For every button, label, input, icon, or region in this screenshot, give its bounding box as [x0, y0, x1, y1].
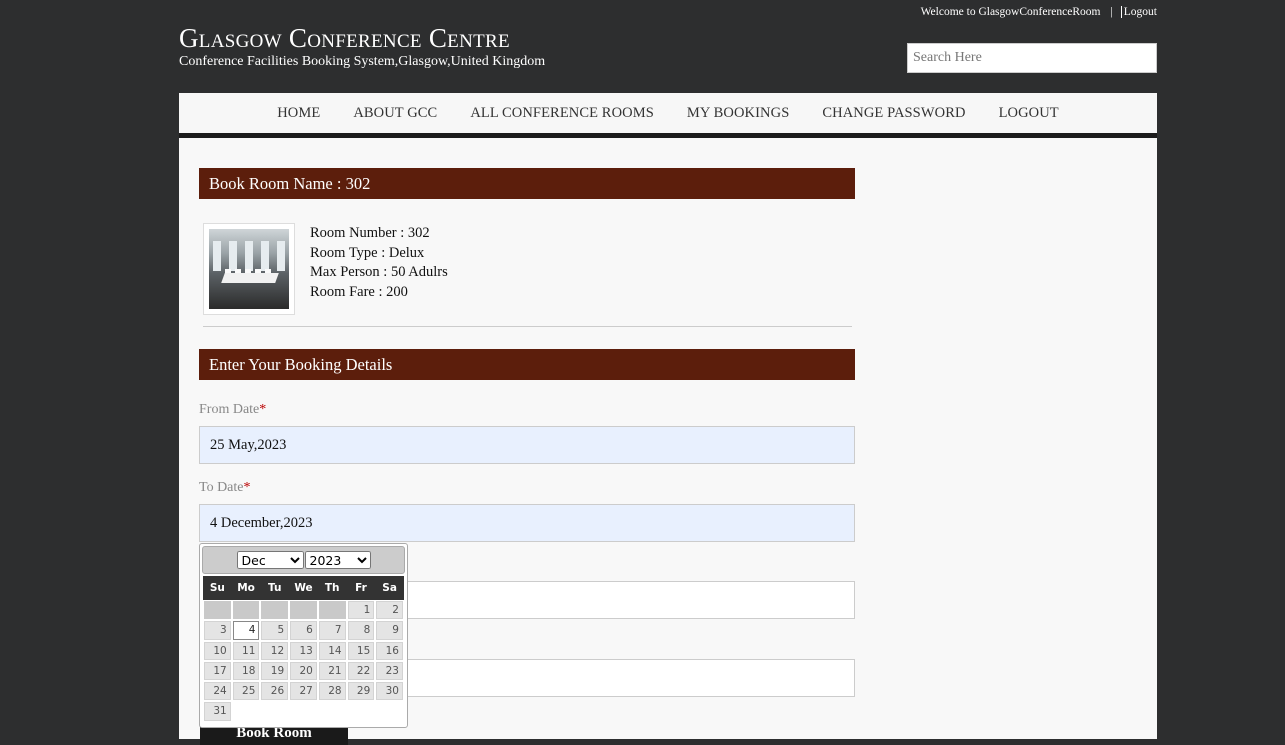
calendar-day[interactable]: 18: [232, 661, 260, 681]
room-number: Room Number : 302: [310, 225, 430, 241]
weekday-label: Th: [324, 582, 340, 594]
calendar-week: 12: [203, 600, 404, 620]
calendar-day[interactable]: 15: [347, 641, 375, 660]
calendar-empty-cell: [319, 702, 346, 720]
nav-home[interactable]: HOME: [277, 105, 320, 122]
room-image: [209, 229, 289, 309]
room-max-person: Max Person : 50 Adulrs: [310, 264, 448, 280]
room-fare: Room Fare : 200: [310, 283, 408, 300]
brand: Glasgow Conference Centre Conference Fac…: [179, 24, 545, 70]
room-header: Book Room Name : 302: [199, 168, 855, 199]
booking-header: Enter Your Booking Details: [199, 349, 855, 380]
calendar-day[interactable]: 23: [376, 661, 403, 681]
calendar-week: 3456789: [203, 620, 404, 640]
main-nav: HOME ABOUT GCC ALL CONFERENCE ROOMS MY B…: [179, 93, 1157, 138]
weekday-header: Su Mo Tu We Th Fr Sa: [203, 576, 404, 600]
calendar-day[interactable]: 3: [204, 621, 231, 640]
calendar-day[interactable]: 21: [318, 661, 346, 681]
calendar-day[interactable]: 2: [376, 601, 403, 620]
calendar-day[interactable]: 1: [347, 601, 375, 620]
calendar-day[interactable]: 9: [376, 621, 403, 640]
calendar-day[interactable]: 4: [232, 621, 260, 640]
to-date-label: To Date*: [199, 480, 251, 495]
calendar-week: 17 18 19 20 21 22 23: [203, 661, 404, 681]
calendar-day[interactable]: 27: [290, 682, 317, 701]
calendar-day[interactable]: 5: [261, 621, 289, 640]
calendar-empty-cell: [232, 601, 260, 620]
calendar-empty-cell: [204, 601, 231, 620]
divider: [203, 326, 852, 327]
search-input[interactable]: [907, 43, 1157, 73]
calendar-day[interactable]: 17: [204, 661, 231, 681]
datepicker-header: Dec 2023: [202, 546, 405, 574]
room-type: Room Type : Delux: [310, 244, 425, 261]
site-subtitle: Conference Facilities Booking System,Gla…: [179, 54, 546, 69]
calendar-week: 31: [203, 701, 404, 721]
nav-about[interactable]: ABOUT GCC: [353, 105, 437, 122]
weekday-label: Sa: [382, 582, 397, 594]
weekday-label: Tu: [268, 582, 282, 594]
welcome-text: Welcome to GlasgowConferenceRoom: [920, 6, 1101, 18]
top-bar: Welcome to GlasgowConferenceRoom | Logou…: [921, 6, 1157, 18]
weekday-label: Mo: [237, 582, 255, 594]
calendar-day[interactable]: 7: [318, 621, 346, 640]
nav-change-password[interactable]: CHANGE PASSWORD: [822, 105, 965, 122]
calendar-empty-cell: [261, 702, 288, 720]
from-date-input[interactable]: [199, 426, 855, 464]
calendar-day[interactable]: 19: [261, 661, 289, 681]
calendar-day[interactable]: 11: [232, 641, 260, 660]
calendar-day[interactable]: 26: [261, 682, 289, 701]
calendar-day[interactable]: 31: [204, 702, 231, 721]
month-select[interactable]: Dec: [236, 551, 304, 569]
calendar-week: 24 25 26 27 28 29 30: [203, 681, 404, 701]
nav-my-bookings[interactable]: MY BOOKINGS: [687, 105, 789, 122]
weekday-label: We: [294, 582, 313, 594]
weekday-label: Su: [209, 582, 225, 594]
separator: |: [1110, 6, 1113, 18]
calendar-empty-cell: [261, 601, 289, 620]
weekday-label: Fr: [355, 582, 367, 594]
site-title[interactable]: Glasgow Conference Centre: [179, 24, 545, 52]
room-photo: [203, 223, 295, 315]
calendar-day[interactable]: 30: [376, 682, 403, 701]
calendar-day[interactable]: 6: [290, 621, 317, 640]
from-date-label: From Date*: [199, 402, 267, 417]
calendar-day[interactable]: 16: [376, 641, 403, 660]
calendar-week: 10 11 12 13 14 15 16: [203, 641, 404, 661]
calendar-day[interactable]: 28: [318, 682, 346, 701]
calendar-empty-cell: [318, 601, 346, 620]
nav-all-rooms[interactable]: ALL CONFERENCE ROOMS: [470, 105, 654, 122]
calendar-day[interactable]: 13: [290, 641, 317, 660]
calendar-day[interactable]: 29: [347, 682, 375, 701]
calendar-empty-cell: [348, 702, 375, 720]
calendar-day[interactable]: 22: [347, 661, 375, 681]
datepicker: Dec 2023 Su Mo Tu We Th Fr Sa 1 2 3 4 5 6 7 8 9 10 11 12 1…: [199, 543, 408, 728]
calendar-empty-cell: [233, 702, 260, 720]
calendar-day[interactable]: 10: [204, 641, 231, 660]
calendar-empty-cell: [290, 702, 317, 720]
calendar-empty-cell: [290, 601, 317, 620]
top-logout-link[interactable]: Logout: [1120, 6, 1157, 18]
calendar-day[interactable]: 8: [347, 621, 375, 640]
calendar-empty-cell: [376, 702, 403, 720]
calendar-grid: Su Mo Tu We Th Fr Sa 1 2 3 4 5 6 7 8 9 10 11 12 13 14 15 16 17…: [203, 576, 404, 722]
calendar-day[interactable]: 25: [232, 682, 260, 701]
calendar-day[interactable]: 20: [290, 661, 317, 681]
to-date-input[interactable]: [199, 504, 855, 542]
calendar-day[interactable]: 14: [318, 641, 346, 660]
year-select[interactable]: 2023: [304, 551, 371, 569]
room-details: Room Number : 302 Room Type : Delux Max …: [310, 224, 448, 302]
nav-logout[interactable]: LOGOUT: [999, 105, 1059, 122]
calendar-day[interactable]: 12: [261, 641, 289, 660]
calendar-day[interactable]: 24: [204, 682, 231, 701]
